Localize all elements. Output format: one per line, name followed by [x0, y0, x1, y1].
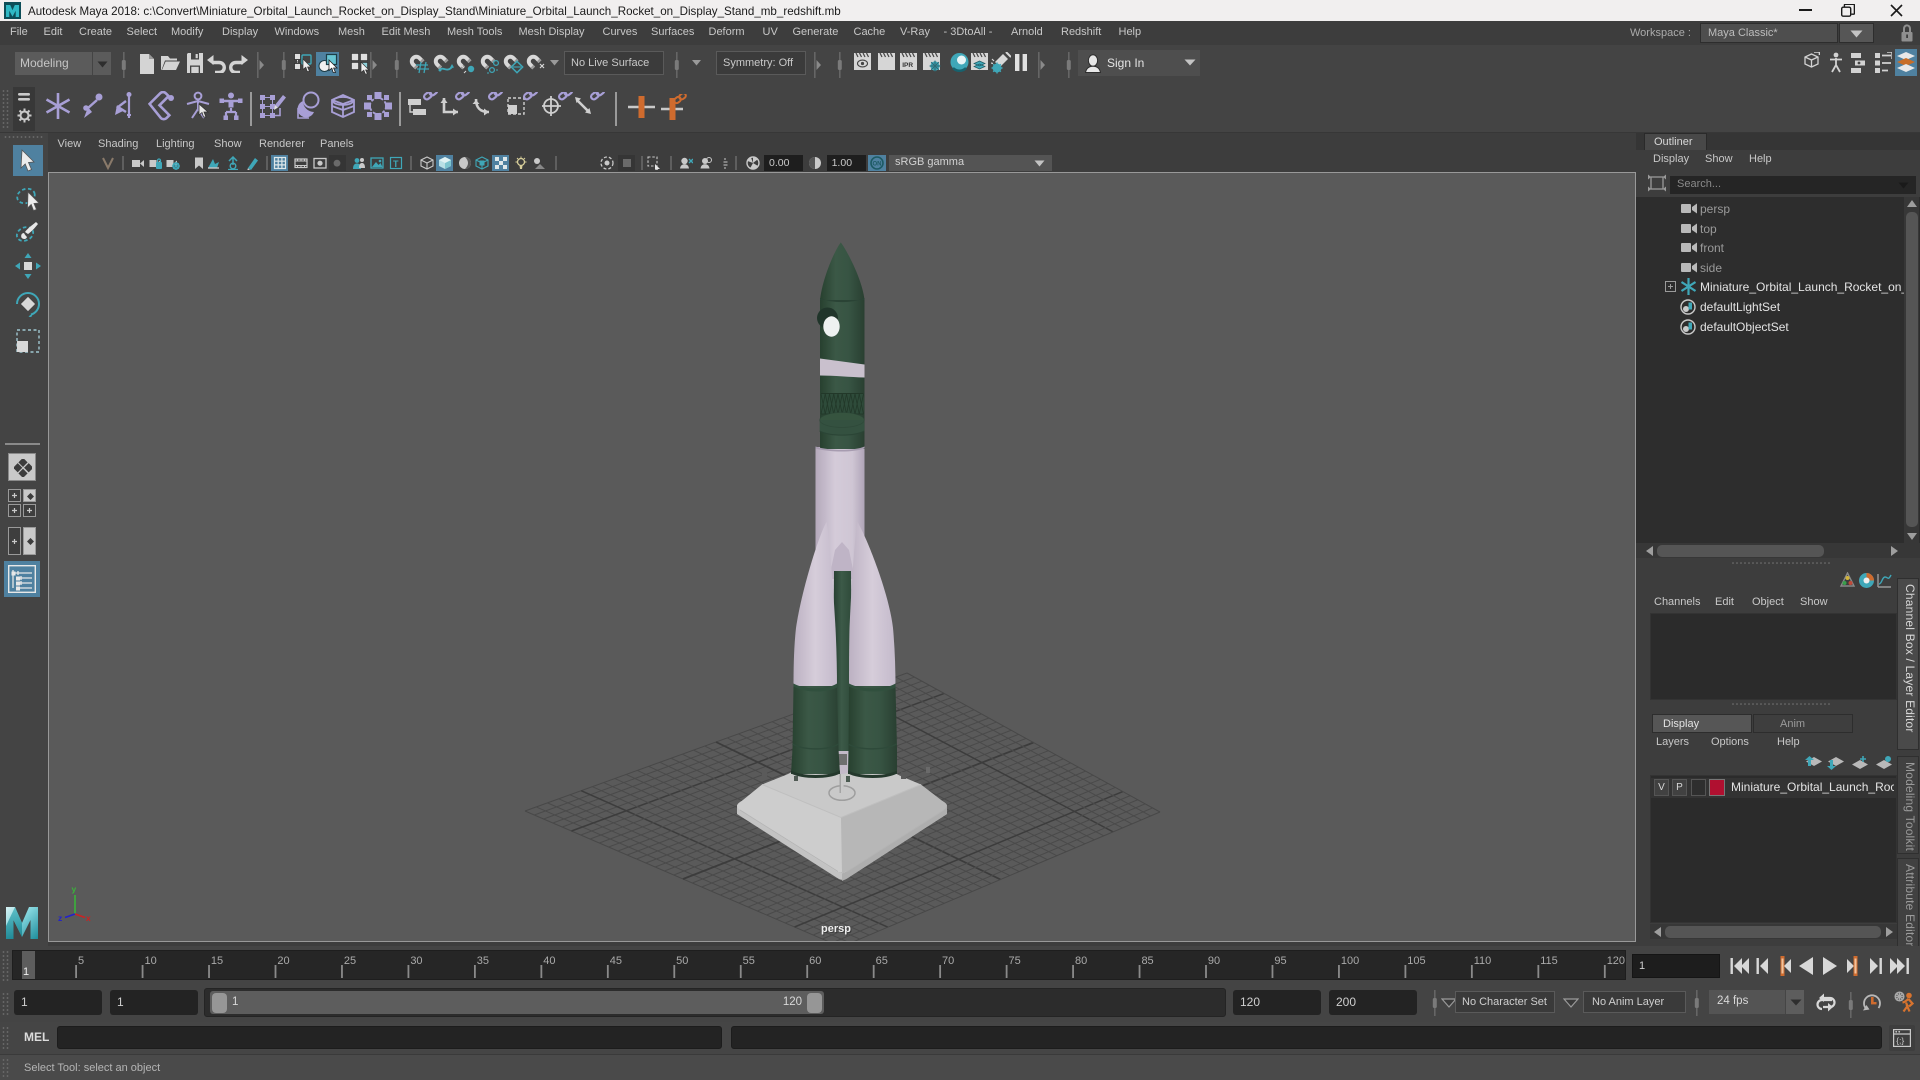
svg-text:70: 70 — [942, 955, 954, 967]
svg-text:45: 45 — [610, 955, 622, 967]
svg-text:5: 5 — [78, 955, 84, 967]
svg-text:15: 15 — [211, 955, 223, 967]
svg-text:100: 100 — [1341, 955, 1359, 967]
svg-text:110: 110 — [1474, 955, 1492, 967]
svg-text:115: 115 — [1540, 955, 1558, 967]
svg-text:85: 85 — [1141, 955, 1153, 967]
svg-text:40: 40 — [543, 955, 555, 967]
svg-text:x: x — [86, 913, 91, 923]
svg-text:55: 55 — [743, 955, 755, 967]
svg-text:90: 90 — [1208, 955, 1220, 967]
svg-text:65: 65 — [876, 955, 888, 967]
svg-text:75: 75 — [1009, 955, 1021, 967]
svg-text:y: y — [72, 884, 77, 894]
svg-text:60: 60 — [809, 955, 821, 967]
svg-text:{;}: {;} — [1896, 1036, 1904, 1046]
svg-text:105: 105 — [1407, 955, 1425, 967]
svg-text:IPR: IPR — [902, 62, 913, 69]
svg-text:80: 80 — [1075, 955, 1087, 967]
svg-text:50: 50 — [676, 955, 688, 967]
svg-text:ON: ON — [873, 162, 882, 168]
svg-text:95: 95 — [1274, 955, 1286, 967]
svg-text:20: 20 — [277, 955, 289, 967]
svg-text:35: 35 — [477, 955, 489, 967]
svg-text:z: z — [58, 913, 62, 923]
svg-text:T: T — [393, 159, 399, 169]
svg-text:10: 10 — [144, 955, 156, 967]
svg-text:30: 30 — [410, 955, 422, 967]
svg-text:25: 25 — [344, 955, 356, 967]
svg-text:120: 120 — [1607, 955, 1625, 967]
